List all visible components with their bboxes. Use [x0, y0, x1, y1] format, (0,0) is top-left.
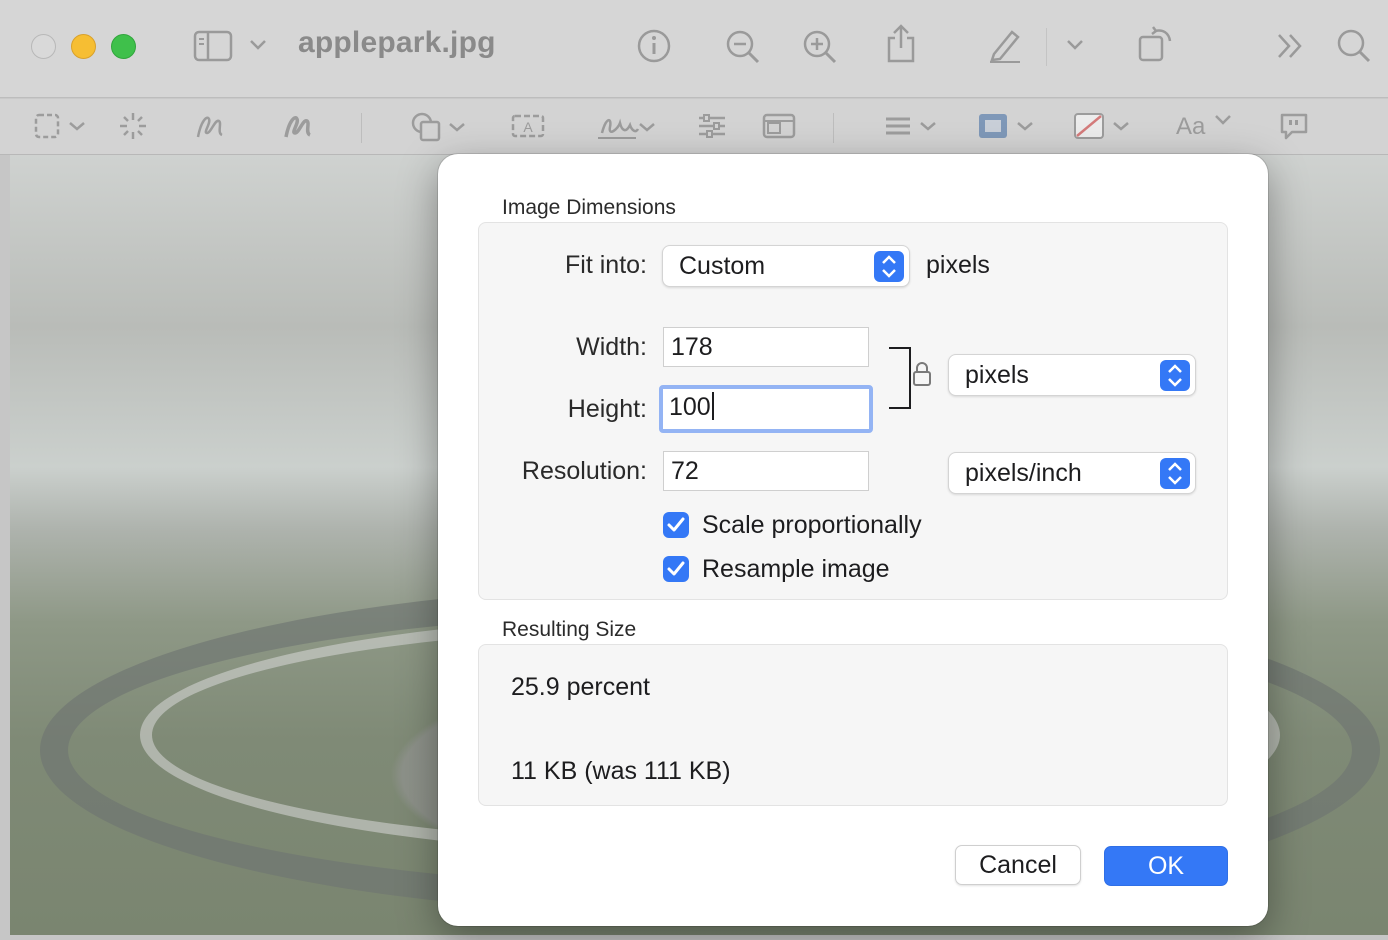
rect-selection-icon[interactable] [33, 111, 89, 141]
resolution-field[interactable]: 72 [663, 451, 869, 491]
signature-icon[interactable] [596, 111, 656, 143]
resample-image-label[interactable]: Resample image [702, 555, 890, 584]
zoom-out-icon[interactable] [724, 28, 762, 66]
ok-button[interactable]: OK [1104, 846, 1228, 886]
width-label: Width: [576, 333, 647, 361]
draw-icon[interactable] [283, 111, 313, 141]
fit-into-value: Custom [679, 252, 766, 280]
shapes-icon[interactable] [410, 111, 466, 143]
resulting-size-label: Resulting Size [502, 618, 637, 641]
adjust-size-icon[interactable] [762, 111, 796, 141]
markup-pen-icon[interactable] [986, 26, 1024, 64]
more-icon[interactable] [1276, 32, 1306, 60]
svg-text:A: A [523, 119, 533, 135]
resolution-unit-value: pixels/inch [965, 459, 1082, 487]
popup-stepper-icon [1160, 458, 1190, 489]
result-filesize: 11 KB (was 111 KB) [511, 757, 731, 785]
resample-image-checkbox[interactable] [663, 556, 689, 582]
cancel-button[interactable]: Cancel [955, 845, 1081, 885]
title-bar: applepark.jpg [0, 0, 1388, 98]
width-field[interactable]: 178 [663, 327, 869, 367]
height-label: Height: [567, 395, 647, 423]
share-icon[interactable] [884, 24, 918, 64]
image-dimensions-label: Image Dimensions [502, 196, 676, 219]
scale-proportionally-label[interactable]: Scale proportionally [702, 511, 922, 540]
minimize-window-button[interactable] [71, 34, 96, 59]
size-unit-value: pixels [965, 361, 1029, 389]
result-percent: 25.9 percent [511, 673, 650, 701]
instant-alpha-icon[interactable] [118, 111, 148, 141]
fit-into-unit: pixels [926, 251, 990, 279]
popup-stepper-icon [874, 251, 904, 282]
fit-into-popup[interactable]: Custom [662, 245, 910, 287]
close-window-button[interactable] [31, 34, 56, 59]
info-icon[interactable] [636, 28, 672, 64]
fill-color-icon[interactable] [1073, 111, 1133, 141]
text-style-label: Aa [1176, 113, 1206, 140]
sketch-icon[interactable] [195, 111, 225, 141]
fit-into-label: Fit into: [565, 251, 647, 279]
line-style-icon[interactable] [884, 111, 940, 141]
resolution-label: Resolution: [521, 457, 647, 485]
sidebar-icon[interactable] [193, 30, 233, 62]
notes-icon[interactable] [1278, 111, 1310, 143]
search-icon[interactable] [1336, 28, 1372, 64]
text-style-icon[interactable]: Aa [1176, 113, 1232, 141]
maximize-window-button[interactable] [111, 34, 136, 59]
height-field[interactable]: 100 [659, 385, 873, 433]
resolution-unit-popup[interactable]: pixels/inch [948, 452, 1196, 494]
chevron-down-icon[interactable] [249, 38, 267, 52]
text-box-icon[interactable]: A [511, 111, 545, 141]
text-cursor [711, 392, 714, 420]
rotate-icon[interactable] [1137, 24, 1175, 64]
popup-stepper-icon [1160, 360, 1190, 391]
image-dimensions-group: Fit into: Custom pixels Width: 178 Heigh… [478, 222, 1228, 600]
zoom-in-icon[interactable] [801, 28, 839, 66]
resulting-size-group: 25.9 percent 11 KB (was 111 KB) [478, 644, 1228, 806]
adjust-size-dialog: Image Dimensions Fit into: Custom pixels… [438, 154, 1268, 926]
markup-toolbar: A Aa [0, 99, 1388, 155]
lock-icon[interactable] [912, 361, 932, 392]
window-title: applepark.jpg [298, 26, 496, 59]
border-color-icon[interactable] [977, 111, 1037, 141]
adjust-color-icon[interactable] [697, 111, 727, 141]
height-value: 100 [669, 393, 711, 421]
scale-proportionally-checkbox[interactable] [663, 512, 689, 538]
chevron-down-icon[interactable] [1066, 38, 1084, 52]
lock-bracket [889, 347, 911, 409]
size-unit-popup[interactable]: pixels [948, 354, 1196, 396]
